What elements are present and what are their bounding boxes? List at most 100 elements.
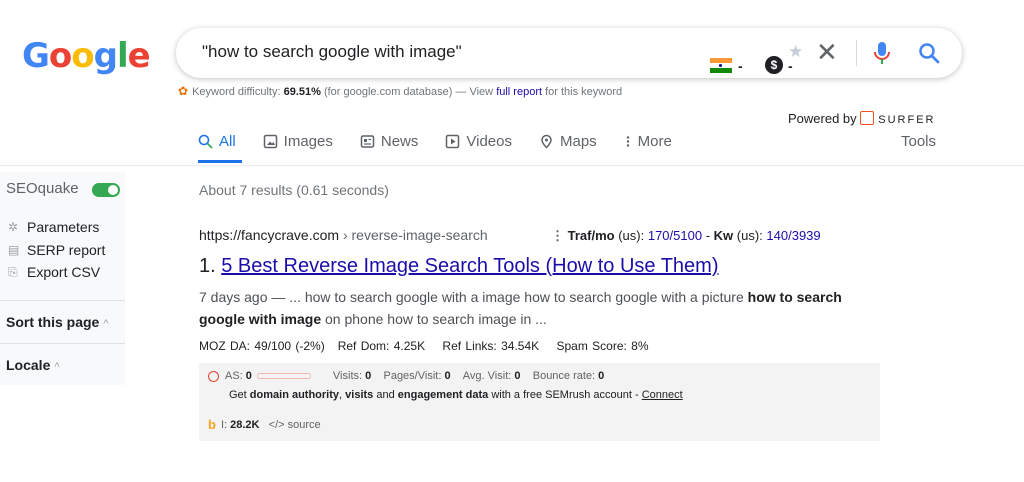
code-icon: </> [268,418,285,431]
tab-label: Maps [559,133,597,150]
seoquake-toggle[interactable] [92,183,120,197]
result-title: 1. 5 Best Reverse Image Search Tools (Ho… [199,255,719,278]
search-box[interactable]: "how to search google with image" - $ - … [176,28,962,78]
traf-value[interactable]: 170/5100 [648,228,702,243]
tab-videos[interactable]: Videos [445,133,512,150]
news-icon [360,135,375,148]
tab-news[interactable]: News [360,133,419,150]
flag-value: - [738,58,743,74]
microphone-icon[interactable] [874,41,890,65]
map-pin-icon [541,134,552,149]
logo-letter: G [22,36,50,76]
search-icon [198,134,213,149]
divider [0,343,125,344]
kd-label: Keyword difficulty: [192,86,281,98]
bing-value: 28.2K [230,418,260,431]
visits-value: 0 [365,370,372,382]
kw-value[interactable]: 140/3939 [766,228,820,243]
search-tabs: All Images News Videos Maps More [198,133,699,150]
semrush-icon [208,370,219,382]
search-input[interactable]: "how to search google with image" [202,42,462,62]
tab-more[interactable]: More [624,133,672,150]
sidebar-item-label: SERP report [27,242,106,258]
result-snippet: 7 days ago — ... how to search google wi… [199,286,889,330]
sidebar-item-parameters[interactable]: ✲ Parameters [8,219,99,235]
bing-icon: b [208,417,216,432]
tab-label: Images [283,133,333,150]
bounce-value: 0 [598,370,605,382]
ppv-value: 0 [444,370,451,382]
sidebar-item-serp-report[interactable]: ▤ SERP report [8,242,105,258]
promo-bold: domain authority [249,389,340,401]
ppv-label: Pages/Visit: [383,370,442,382]
logo-letter: e [127,36,151,76]
search-icon[interactable] [918,42,940,64]
gear-icon: ✲ [8,220,19,234]
kw-region: (us): [736,228,763,243]
separator: - [705,228,711,243]
promo-text: , [339,389,343,401]
sidebar-item-export-csv[interactable]: ⎘ Export CSV [8,264,100,280]
seoquake-title: SEOquake [6,180,79,197]
google-logo[interactable]: Google [22,36,151,76]
url-host: https://fancycrave.com [199,227,340,243]
sidebar-item-label: Parameters [27,219,100,235]
tab-label: News [380,133,419,150]
avg-label: Avg. Visit: [462,370,512,382]
tools-button[interactable]: Tools [901,133,936,150]
as-label: AS: [225,370,243,382]
active-tab-indicator [198,160,242,163]
sidebar-item-label: Export CSV [27,264,101,280]
moz-metrics: MOZ DA: 49/100 (-2%) Ref Dom: 4.25K Ref … [199,339,649,353]
tab-images[interactable]: Images [263,133,333,150]
sort-label: Sort this page [6,314,100,330]
powered-by-surfer[interactable]: Powered by SURFER [788,111,936,126]
bounce-label: Bounce rate: [532,370,596,382]
as-value: 0 [245,370,252,382]
result-stats: About 7 results (0.61 seconds) [199,182,389,198]
image-icon [263,134,277,149]
promo-text: Get [229,389,247,401]
connect-link[interactable]: Connect [642,389,683,401]
promo-bold: visits [345,389,374,401]
source-link[interactable]: source [288,419,321,431]
star-icon[interactable]: ★ [788,42,803,62]
result-title-link[interactable]: 5 Best Reverse Image Search Tools (How t… [221,255,718,277]
bing-label: I: [220,418,228,431]
result-url[interactable]: https://fancycrave.com › reverse-image-s… [199,227,488,243]
logo-letter: l [116,36,129,76]
full-report-link[interactable]: full report [496,86,542,98]
tab-label: Videos [466,133,512,150]
keyword-icon: ✿ [178,84,189,98]
sort-this-page[interactable]: Sort this page ^ [6,314,109,330]
report-icon: ▤ [8,243,20,257]
kd-value: 69.51% [283,86,321,98]
chevron-up-icon: ^ [54,361,60,373]
traffic-metrics: ⋮ Traf/mo (us): 170/5100 - Kw (us): 140/… [551,228,821,244]
locale-section[interactable]: Locale ^ [6,357,60,373]
surfer-logo-icon [860,111,875,125]
locale-label: Locale [6,357,51,373]
india-flag-icon [710,58,732,73]
tab-all[interactable]: All [198,133,236,150]
avg-value: 0 [514,370,521,382]
traf-label: Traf/mo [567,228,615,243]
tab-label: All [219,133,236,150]
divider [0,165,1024,166]
export-icon: ⎘ [8,265,18,279]
kebab-icon[interactable]: ⋮ [551,228,564,243]
keyword-difficulty-bar: ✿ Keyword difficulty: 69.51% (for google.… [178,84,622,98]
tab-maps[interactable]: Maps [539,133,597,150]
traf-region: (us): [618,228,645,243]
bing-metrics: b I: 28.2K </> source [208,417,321,432]
clear-search-icon[interactable]: ✕ [816,37,838,68]
video-icon [446,134,460,149]
chevron-up-icon: ^ [103,318,109,330]
logo-letter: o [71,36,94,76]
snippet-text: on phone how to search image in ... [321,311,547,327]
kw-label: Kw [713,228,734,243]
semrush-panel: AS: 0 Visits: 0 Pages/Visit: 0 Avg. Visi… [199,363,880,441]
logo-letter: o [48,36,72,76]
dollar-icon: $ [765,56,783,74]
seoquake-sidebar: SEOquake ✲ Parameters ▤ SERP report ⎘ Expor… [0,172,125,385]
